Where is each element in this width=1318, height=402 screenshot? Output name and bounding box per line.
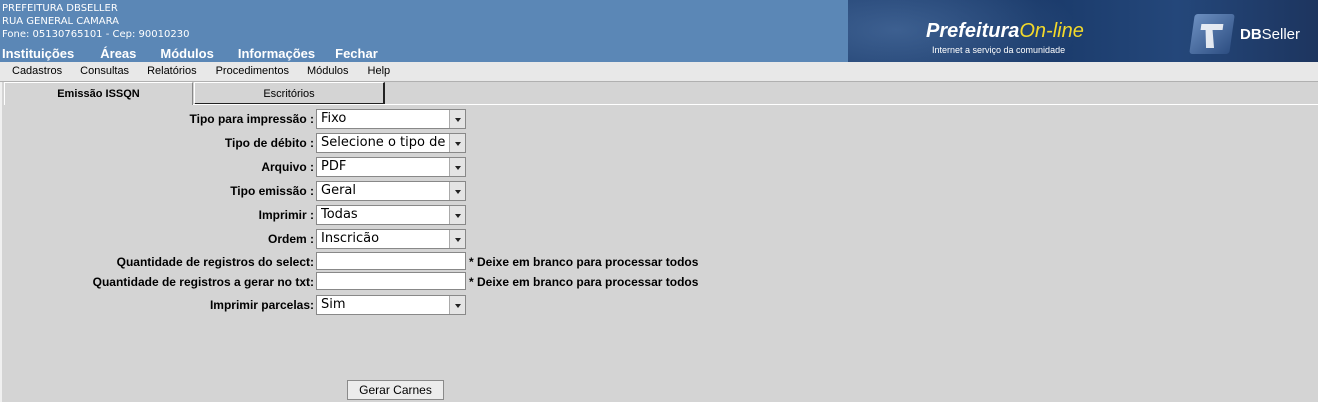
input-qtd-txt[interactable]: [316, 272, 466, 290]
menu-bar: Cadastros Consultas Relatórios Procedime…: [0, 62, 1318, 82]
chevron-down-icon: [449, 230, 465, 248]
select-value: PDF: [321, 159, 347, 174]
menu-help[interactable]: Help: [368, 62, 391, 81]
label-imprimir-parcelas: Imprimir parcelas:: [209, 298, 314, 312]
tab-emissao-issqn[interactable]: Emissão ISSQN: [4, 82, 193, 105]
label-arquivo: Arquivo :: [261, 160, 314, 174]
select-imprimir[interactable]: Todas: [316, 205, 466, 225]
row-qtd-select: Quantidade de registros do select: * Dei…: [0, 252, 1318, 272]
tab-divider: [193, 104, 1318, 105]
row-tipo-impressao: Tipo para impressão : Fixo: [0, 109, 1318, 129]
dbseller-logo: DBSeller: [1189, 10, 1317, 55]
dbseller-logo-icon: [1189, 14, 1235, 54]
select-imprimir-parcelas[interactable]: Sim: [316, 295, 466, 315]
tab-escritorios[interactable]: Escritórios: [194, 82, 385, 105]
select-value: Todas: [321, 207, 358, 222]
hint-qtd-txt: * Deixe em branco para processar todos: [469, 275, 699, 289]
row-imprimir-parcelas: Imprimir parcelas: Sim: [0, 295, 1318, 315]
select-tipo-debito[interactable]: Selecione o tipo de: [316, 133, 466, 153]
label-qtd-select: Quantidade de registros do select:: [116, 255, 314, 269]
chevron-down-icon: [449, 206, 465, 224]
dbseller-text: DBSeller: [1240, 26, 1300, 43]
gerar-carnes-button[interactable]: Gerar Carnes: [347, 380, 444, 400]
chevron-down-icon: [449, 134, 465, 152]
label-tipo-debito: Tipo de débito :: [224, 136, 314, 150]
select-value: Fixo: [321, 111, 347, 126]
chevron-down-icon: [449, 182, 465, 200]
organization-info: PREFEITURA DBSELLER RUA GENERAL CAMARA F…: [2, 2, 189, 41]
row-arquivo: Arquivo : PDF: [0, 157, 1318, 177]
row-tipo-debito: Tipo de débito : Selecione o tipo de: [0, 133, 1318, 153]
prefeitura-online-logo: PrefeituraOn-line Internet a serviço da …: [926, 20, 1084, 55]
select-tipo-impressao[interactable]: Fixo: [316, 109, 466, 129]
logo-prefeitura-text: Prefeitura: [926, 20, 1020, 42]
label-tipo-impressao: Tipo para impressão :: [189, 112, 314, 126]
select-value: Geral: [321, 183, 356, 198]
org-name: PREFEITURA DBSELLER: [2, 3, 118, 14]
db-bold: DB: [1240, 26, 1262, 43]
chevron-down-icon: [449, 158, 465, 176]
nav-instituicoes[interactable]: Instituições: [2, 46, 74, 61]
menu-procedimentos[interactable]: Procedimentos: [216, 62, 289, 81]
hint-qtd-select: * Deixe em branco para processar todos: [469, 255, 699, 269]
org-contact: Fone: 05130765101 - Cep: 90010230: [2, 29, 190, 40]
db-regular: Seller: [1261, 26, 1301, 43]
nav-fechar[interactable]: Fechar: [335, 46, 378, 61]
top-nav: Instituições Áreas Módulos Informações F…: [2, 46, 402, 61]
logo-tagline: Internet a serviço da comunidade: [932, 45, 1066, 55]
menu-modulos[interactable]: Módulos: [307, 62, 349, 81]
row-qtd-txt: Quantidade de registros a gerar no txt: …: [0, 272, 1318, 292]
select-tipo-emissao[interactable]: Geral: [316, 181, 466, 201]
input-qtd-select[interactable]: [316, 252, 466, 270]
label-qtd-txt: Quantidade de registros a gerar no txt:: [92, 275, 314, 289]
chevron-down-icon: [449, 110, 465, 128]
select-value: Sim: [321, 297, 346, 312]
select-arquivo[interactable]: PDF: [316, 157, 466, 177]
label-imprimir: Imprimir :: [258, 208, 314, 222]
row-tipo-emissao: Tipo emissão : Geral: [0, 181, 1318, 201]
chevron-down-icon: [449, 296, 465, 314]
org-address: RUA GENERAL CAMARA: [2, 16, 119, 27]
nav-modulos[interactable]: Módulos: [160, 46, 213, 61]
banner: PrefeituraOn-line Internet a serviço da …: [848, 0, 1318, 62]
menu-consultas[interactable]: Consultas: [80, 62, 129, 81]
select-value: Selecione o tipo de: [321, 135, 446, 150]
menu-cadastros[interactable]: Cadastros: [12, 62, 62, 81]
label-tipo-emissao: Tipo emissão :: [230, 184, 314, 198]
logo-online-text: On-line: [1019, 20, 1084, 42]
label-ordem: Ordem :: [267, 232, 314, 246]
row-imprimir: Imprimir : Todas: [0, 205, 1318, 225]
menu-relatorios[interactable]: Relatórios: [147, 62, 197, 81]
select-ordem[interactable]: Inscricão: [316, 229, 466, 249]
dbseller-mark-icon: [1200, 24, 1224, 48]
select-value: Inscricão: [321, 231, 380, 246]
row-ordem: Ordem : Inscricão: [0, 229, 1318, 249]
header: PREFEITURA DBSELLER RUA GENERAL CAMARA F…: [0, 0, 1318, 62]
nav-informacoes[interactable]: Informações: [238, 46, 315, 61]
nav-areas[interactable]: Áreas: [100, 46, 136, 61]
